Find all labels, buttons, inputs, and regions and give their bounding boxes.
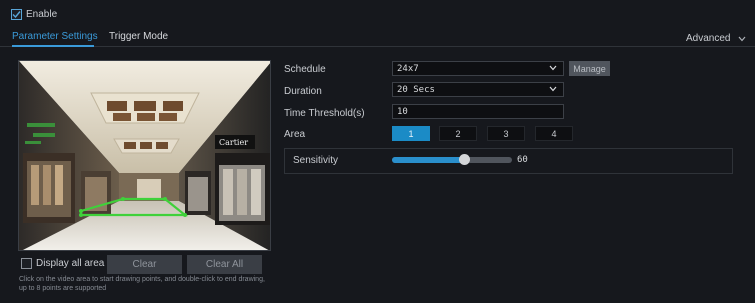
- drawing-hint: Click on the video area to start drawing…: [19, 276, 265, 292]
- area-label: Area: [284, 129, 306, 140]
- area-button-1[interactable]: 1: [392, 126, 430, 141]
- schedule-label: Schedule: [284, 64, 326, 75]
- enable-label: Enable: [26, 9, 58, 20]
- tab-parameter-settings[interactable]: Parameter Settings: [12, 31, 98, 42]
- enable-checkbox[interactable]: Enable: [11, 9, 57, 20]
- area-button-2[interactable]: 2: [439, 126, 477, 141]
- advanced-label: Advanced: [686, 33, 731, 44]
- chevron-down-icon: [549, 65, 557, 71]
- schedule-select[interactable]: 24x7: [392, 61, 564, 76]
- tab-divider: [0, 46, 755, 47]
- time-threshold-label: Time Threshold(s): [284, 108, 365, 119]
- display-all-area-box[interactable]: [21, 258, 32, 269]
- time-threshold-input[interactable]: 10: [392, 104, 564, 119]
- sensitivity-value: 60: [517, 155, 528, 165]
- time-threshold-value: 10: [397, 106, 408, 117]
- area-button-3[interactable]: 3: [487, 126, 525, 141]
- clear-button[interactable]: Clear: [107, 255, 182, 274]
- check-icon: [12, 11, 21, 19]
- duration-value: 20 Secs: [397, 84, 435, 95]
- schedule-value: 24x7: [397, 63, 419, 74]
- advanced-dropdown[interactable]: Advanced: [686, 33, 746, 44]
- area-button-4[interactable]: 4: [535, 126, 573, 141]
- sensitivity-slider-thumb[interactable]: [458, 154, 470, 165]
- manage-button[interactable]: Manage: [569, 61, 610, 76]
- tab-trigger-mode[interactable]: Trigger Mode: [109, 31, 168, 42]
- duration-label: Duration: [284, 86, 322, 97]
- duration-select[interactable]: 20 Secs: [392, 82, 564, 97]
- clear-all-button[interactable]: Clear All: [187, 255, 262, 274]
- storefront-sign: Cartier: [219, 138, 248, 147]
- mall-scene-image: Cartier: [19, 61, 270, 250]
- chevron-down-icon: [549, 86, 557, 92]
- sensitivity-label: Sensitivity: [293, 155, 339, 166]
- video-preview[interactable]: Cartier: [18, 60, 271, 251]
- chevron-down-icon: [739, 36, 746, 41]
- tab-active-indicator: [12, 45, 94, 47]
- display-all-area-checkbox[interactable]: Display all area: [21, 258, 104, 269]
- enable-checkbox-box[interactable]: [11, 9, 22, 20]
- display-all-area-label: Display all area: [36, 258, 105, 269]
- sensitivity-slider-fill: [392, 157, 464, 163]
